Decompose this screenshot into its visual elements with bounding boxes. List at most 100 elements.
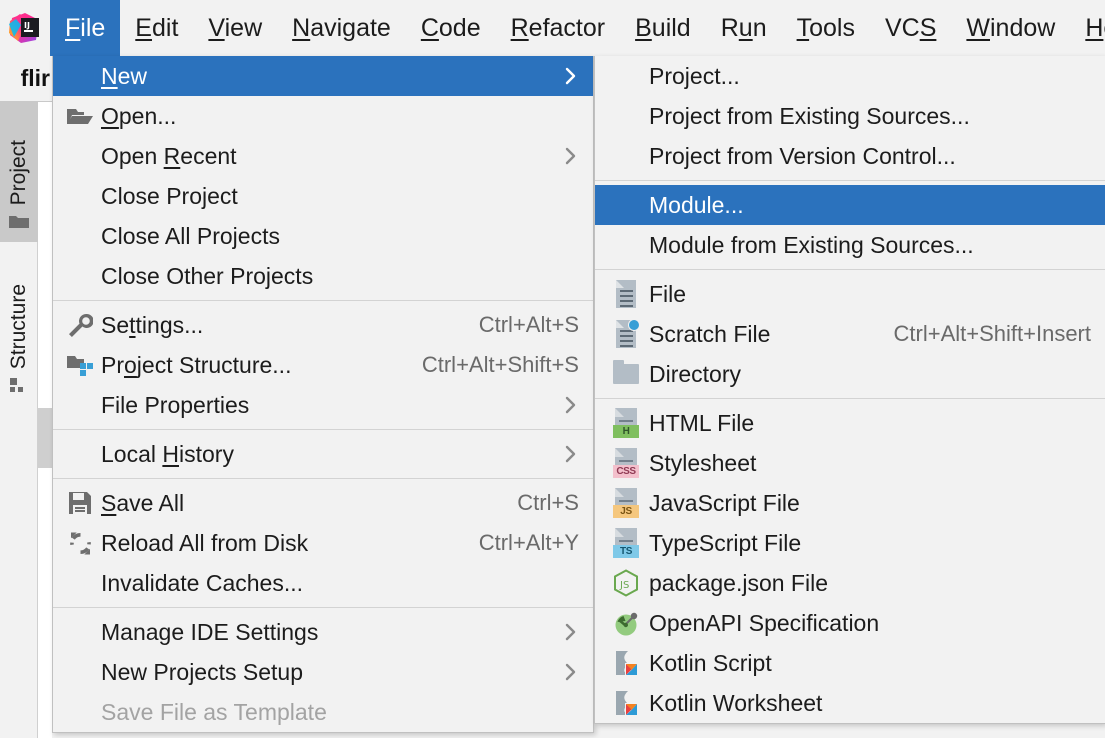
- menubar-item-window[interactable]: Window: [951, 0, 1070, 56]
- save-icon: [59, 487, 101, 519]
- kotlin-script-icon: [603, 647, 649, 679]
- menu-item-invalidate-caches[interactable]: Invalidate Caches...: [53, 563, 593, 603]
- openapi-icon: [603, 607, 649, 639]
- no-icon: [603, 60, 649, 92]
- menu-item-typescript-file[interactable]: TS TypeScript File: [595, 523, 1105, 563]
- menubar-item-vcs-label: VCS: [884, 13, 937, 42]
- menubar-item-build[interactable]: Build: [620, 0, 706, 56]
- menu-separator: [53, 429, 593, 430]
- menu-item-javascript-file[interactable]: JS JavaScript File: [595, 483, 1105, 523]
- menubar-item-edit[interactable]: Edit: [120, 0, 193, 56]
- menubar-item-view-label: View: [208, 13, 263, 42]
- menu-item-html-file[interactable]: H HTML File: [595, 403, 1105, 443]
- no-icon: [59, 389, 101, 421]
- no-icon: [59, 616, 101, 648]
- menu-item-label: Kotlin Worksheet: [649, 689, 823, 716]
- menu-item-label: Module from Existing Sources...: [649, 231, 974, 258]
- menubar-item-tools[interactable]: Tools: [782, 0, 870, 56]
- menu-item-label: Save All: [101, 489, 185, 516]
- svg-text:JS: JS: [619, 580, 629, 591]
- svg-text:IJ: IJ: [24, 21, 30, 30]
- menu-item-kotlin-script[interactable]: Kotlin Script: [595, 643, 1105, 683]
- menu-item-package-json-file[interactable]: JS package.json File: [595, 563, 1105, 603]
- directory-icon: [603, 358, 649, 390]
- menu-item-close-project[interactable]: Close Project: [53, 176, 593, 216]
- menu-item-scratch-file[interactable]: Scratch File Ctrl+Alt+Shift+Insert: [595, 314, 1105, 354]
- menu-item-label: TypeScript File: [649, 529, 802, 556]
- menu-item-save-file-as-template: Save File as Template: [53, 692, 593, 732]
- wrench-icon: [59, 309, 101, 341]
- menubar-item-help[interactable]: Help: [1070, 0, 1105, 56]
- menu-item-shortcut: Ctrl+Alt+Shift+S: [421, 352, 579, 377]
- project-tool-window-title: flir: [0, 56, 52, 102]
- menu-item-project-from-existing-sources[interactable]: Project from Existing Sources...: [595, 96, 1105, 136]
- menu-item-manage-ide-settings[interactable]: Manage IDE Settings: [53, 612, 593, 652]
- menu-item-module[interactable]: Module...: [595, 185, 1105, 225]
- menubar-item-run[interactable]: Run: [706, 0, 782, 56]
- menu-item-new[interactable]: New: [53, 56, 593, 96]
- tool-button-project[interactable]: Project: [0, 102, 38, 242]
- menu-item-label: Local History: [101, 440, 234, 467]
- menubar-item-code[interactable]: Code: [406, 0, 496, 56]
- menu-separator: [595, 269, 1105, 270]
- menu-item-new-projects-setup[interactable]: New Projects Setup: [53, 652, 593, 692]
- menu-item-file-properties[interactable]: File Properties: [53, 385, 593, 425]
- kotlin-worksheet-icon: [603, 687, 649, 719]
- menu-item-label: File: [649, 280, 687, 307]
- menubar-item-navigate[interactable]: Navigate: [277, 0, 406, 56]
- menu-item-label: Open...: [101, 102, 177, 129]
- file-icon: [603, 278, 649, 310]
- menu-item-shortcut: Ctrl+Alt+Shift+Insert: [893, 321, 1091, 346]
- menu-item-settings[interactable]: Settings... Ctrl+Alt+S: [53, 305, 593, 345]
- menubar-item-vcs[interactable]: VCS: [870, 0, 951, 56]
- menu-item-open[interactable]: Open...: [53, 96, 593, 136]
- vertical-scrollbar-thumb[interactable]: [38, 408, 52, 468]
- menu-item-directory[interactable]: Directory: [595, 354, 1105, 394]
- no-icon: [59, 438, 101, 470]
- chevron-right-icon: [563, 66, 579, 86]
- menu-item-label: Project...: [649, 62, 740, 89]
- menu-item-label: Reload All from Disk: [101, 529, 309, 556]
- menu-item-label: HTML File: [649, 409, 755, 436]
- menu-item-openapi-specification[interactable]: OpenAPI Specification: [595, 603, 1105, 643]
- menu-item-label: Close Other Projects: [101, 262, 314, 289]
- menu-item-label: Project Structure...: [101, 351, 292, 378]
- menu-separator: [595, 180, 1105, 181]
- menu-item-module-from-existing-sources[interactable]: Module from Existing Sources...: [595, 225, 1105, 265]
- menu-item-project[interactable]: Project...: [595, 56, 1105, 96]
- menu-item-kotlin-worksheet[interactable]: Kotlin Worksheet: [595, 683, 1105, 723]
- menubar-item-file[interactable]: File: [50, 0, 121, 56]
- intellij-idea-logo: IJ: [0, 0, 50, 56]
- chevron-right-icon: [563, 622, 579, 642]
- structure-icon: [9, 377, 29, 400]
- menu-item-label: Project from Existing Sources...: [649, 102, 970, 129]
- menubar-item-refactor[interactable]: Refactor: [496, 0, 621, 56]
- menu-item-project-from-version-control[interactable]: Project from Version Control...: [595, 136, 1105, 176]
- menu-item-close-other-projects[interactable]: Close Other Projects: [53, 256, 593, 296]
- js-file-icon: JS: [603, 487, 649, 519]
- menu-item-label: Stylesheet: [649, 449, 757, 476]
- nodejs-icon: JS: [603, 567, 649, 599]
- menubar-item-view[interactable]: View: [193, 0, 277, 56]
- no-icon: [59, 696, 101, 728]
- no-icon: [603, 140, 649, 172]
- scratch-file-icon: [603, 318, 649, 350]
- file-menu-popup: New Open... Open Recent Close Project Close …: [52, 56, 594, 733]
- menu-separator: [53, 478, 593, 479]
- menu-item-local-history[interactable]: Local History: [53, 434, 593, 474]
- tool-button-structure[interactable]: Structure: [0, 248, 38, 408]
- menu-item-project-structure[interactable]: Project Structure... Ctrl+Alt+Shift+S: [53, 345, 593, 385]
- menubar-item-file-label: File: [65, 13, 106, 42]
- no-icon: [603, 100, 649, 132]
- menu-item-stylesheet[interactable]: CSS Stylesheet: [595, 443, 1105, 483]
- menu-item-shortcut: Ctrl+Alt+S: [478, 312, 579, 337]
- chevron-right-icon: [563, 395, 579, 415]
- no-icon: [603, 229, 649, 261]
- menu-item-save-all[interactable]: Save All Ctrl+S: [53, 483, 593, 523]
- menu-item-reload-all-from-disk[interactable]: Reload All from Disk Ctrl+Alt+Y: [53, 523, 593, 563]
- menu-item-file[interactable]: File: [595, 274, 1105, 314]
- menu-item-label: Scratch File: [649, 320, 771, 347]
- menubar-item-navigate-label: Navigate: [292, 13, 391, 42]
- menu-item-close-all-projects[interactable]: Close All Projects: [53, 216, 593, 256]
- menu-item-open-recent[interactable]: Open Recent: [53, 136, 593, 176]
